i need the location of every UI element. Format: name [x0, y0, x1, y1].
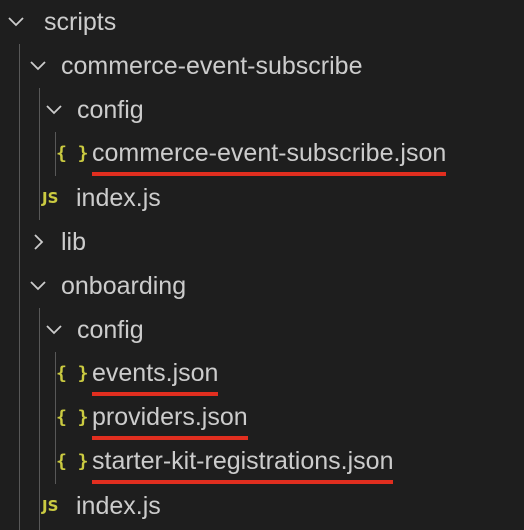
tree-item-label: index.js: [76, 492, 161, 520]
javascript-file-icon: JS: [42, 189, 59, 207]
tree-item-commerce-event-subscribe-json[interactable]: { } commerce-event-subscribe.json: [0, 132, 524, 176]
json-file-icon: { }: [56, 407, 89, 428]
tree-item-label: scripts: [44, 8, 117, 36]
tree-item-label: events.json: [92, 354, 219, 396]
chevron-down-icon[interactable]: [28, 276, 48, 296]
tree-item-label: index.js: [76, 184, 161, 212]
file-explorer-tree: scripts commerce-event-subscribe config …: [0, 0, 524, 530]
json-file-icon: { }: [56, 451, 89, 472]
tree-item-label: onboarding: [61, 272, 187, 300]
tree-item-label: lib: [61, 228, 87, 256]
chevron-down-icon[interactable]: [44, 320, 64, 340]
tree-item-label: config: [77, 316, 144, 344]
tree-item-starter-kit-registrations-json[interactable]: { } starter-kit-registrations.json: [0, 440, 524, 484]
tree-item-commerce-event-subscribe[interactable]: commerce-event-subscribe: [0, 44, 524, 88]
tree-item-label: starter-kit-registrations.json: [92, 442, 394, 484]
tree-item-index-js[interactable]: JS index.js: [0, 484, 524, 528]
tree-item-events-json[interactable]: { } events.json: [0, 352, 524, 396]
tree-item-label: config: [77, 96, 144, 124]
tree-item-config[interactable]: config: [0, 88, 524, 132]
chevron-right-icon[interactable]: [28, 232, 48, 252]
tree-item-onboarding[interactable]: onboarding: [0, 264, 524, 308]
javascript-file-icon: JS: [42, 497, 59, 515]
json-file-icon: { }: [56, 363, 89, 384]
tree-item-lib[interactable]: lib: [0, 220, 524, 264]
tree-item-config[interactable]: config: [0, 308, 524, 352]
chevron-down-icon[interactable]: [6, 12, 26, 32]
tree-item-label: commerce-event-subscribe: [61, 52, 363, 80]
chevron-down-icon[interactable]: [44, 100, 64, 120]
tree-item-label: providers.json: [92, 398, 248, 440]
tree-item-label: commerce-event-subscribe.json: [92, 134, 447, 176]
tree-item-index-js[interactable]: JS index.js: [0, 176, 524, 220]
tree-item-scripts[interactable]: scripts: [0, 0, 524, 44]
tree-item-providers-json[interactable]: { } providers.json: [0, 396, 524, 440]
chevron-down-icon[interactable]: [28, 56, 48, 76]
json-file-icon: { }: [56, 143, 89, 164]
